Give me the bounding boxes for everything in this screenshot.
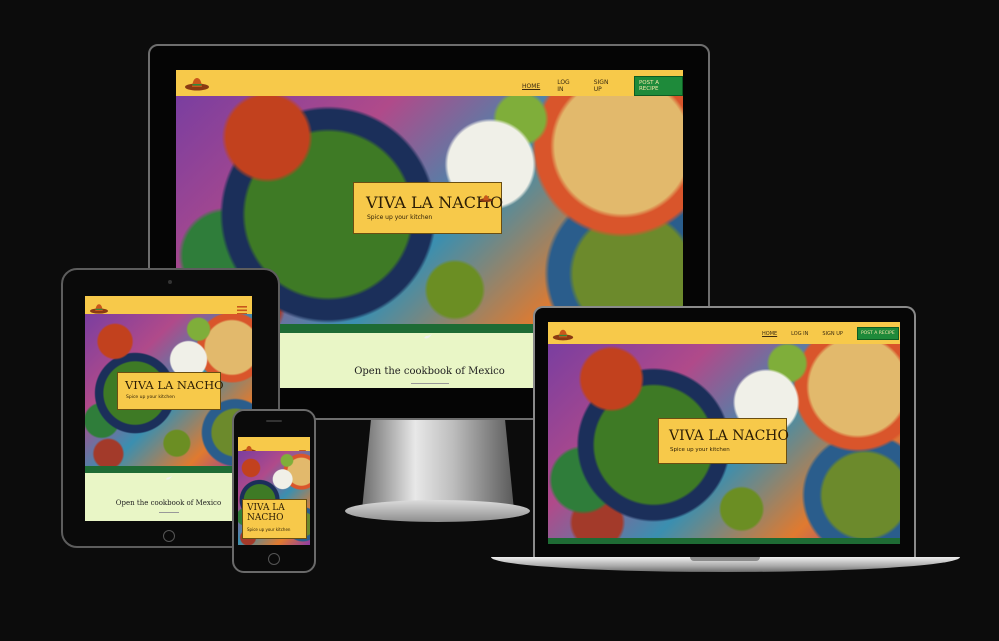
hero-title-box: VIVA LA NACHO Spice up your kitchen (353, 182, 503, 234)
hero-title: VIVA LA NACHO (669, 428, 789, 444)
desktop-nav-links: HOME LOG IN SIGN UP POST A RECIPE (522, 76, 683, 96)
chili-pepper-icon (720, 538, 727, 544)
hero-title-line-1: VIVA LA (247, 503, 285, 513)
phone-speaker (266, 420, 282, 422)
sombrero-logo-icon (479, 188, 493, 207)
nav-home-link[interactable]: HOME (522, 83, 540, 90)
nav-login-link[interactable]: LOG IN (791, 331, 808, 337)
laptop-nav-links: HOME LOG IN SIGN UP POST A RECIPE (762, 327, 899, 340)
cookbook-tagline: Open the cookbook of Mexico (115, 499, 222, 507)
phone-site: VIVA LA NACHO Spice up your kitchen (238, 437, 310, 545)
chili-pepper-icon (423, 325, 433, 344)
tablet-navbar (85, 296, 252, 315)
tagline-underline (159, 512, 179, 513)
hero-title-box: VIVA LA NACHO Spice up your kitchen (117, 372, 224, 410)
post-recipe-button[interactable]: POST A RECIPE (856, 327, 899, 340)
monitor-base (345, 500, 530, 522)
nav-login-link[interactable]: LOG IN (557, 79, 577, 93)
section-divider-strip (85, 466, 252, 480)
nav-signup-link[interactable]: SIGN UP (822, 331, 843, 337)
laptop-navbar: HOME LOG IN SIGN UP POST A RECIPE (548, 322, 900, 344)
sombrero-logo-icon[interactable] (552, 326, 574, 345)
sombrero-logo-icon[interactable] (184, 75, 210, 95)
tagline-underline (411, 383, 449, 384)
tablet-camera (168, 280, 172, 284)
post-recipe-button[interactable]: POST A RECIPE (633, 76, 683, 96)
hero-title-box: VIVA LA NACHO Spice up your kitchen (242, 499, 307, 539)
chili-pepper-icon (165, 466, 173, 485)
section-divider-strip (548, 538, 900, 544)
hero-subtitle: Spice up your kitchen (367, 214, 433, 221)
laptop-notch (690, 557, 760, 561)
laptop-site: HOME LOG IN SIGN UP POST A RECIPE VIVA L… (548, 322, 900, 544)
hero-title-box: VIVA LA NACHO Spice up your kitchen (658, 418, 789, 464)
nav-home-link[interactable]: HOME (762, 331, 777, 337)
hero-subtitle: Spice up your kitchen (126, 395, 175, 400)
tablet-hero-image: VIVA LA NACHO Spice up your kitchen (85, 314, 252, 466)
hero-subtitle: Spice up your kitchen (247, 527, 291, 532)
phone-navbar (238, 437, 310, 456)
tablet-home-button[interactable] (163, 530, 175, 542)
nav-signup-link[interactable]: SIGN UP (594, 79, 617, 93)
tablet-site: VIVA LA NACHO Spice up your kitchen Open… (85, 296, 252, 521)
hero-title-line-2: NACHO (247, 513, 284, 523)
phone-home-button[interactable] (268, 553, 280, 565)
hero-subtitle: Spice up your kitchen (670, 447, 730, 453)
phone-hero-image: VIVA LA NACHO Spice up your kitchen (238, 451, 310, 545)
desktop-navbar: HOME LOG IN SIGN UP POST A RECIPE (176, 70, 683, 96)
laptop-hero-image: VIVA LA NACHO Spice up your kitchen (548, 344, 900, 538)
hero-title: VIVA LA NACHO (125, 378, 224, 392)
monitor-neck (362, 418, 514, 510)
